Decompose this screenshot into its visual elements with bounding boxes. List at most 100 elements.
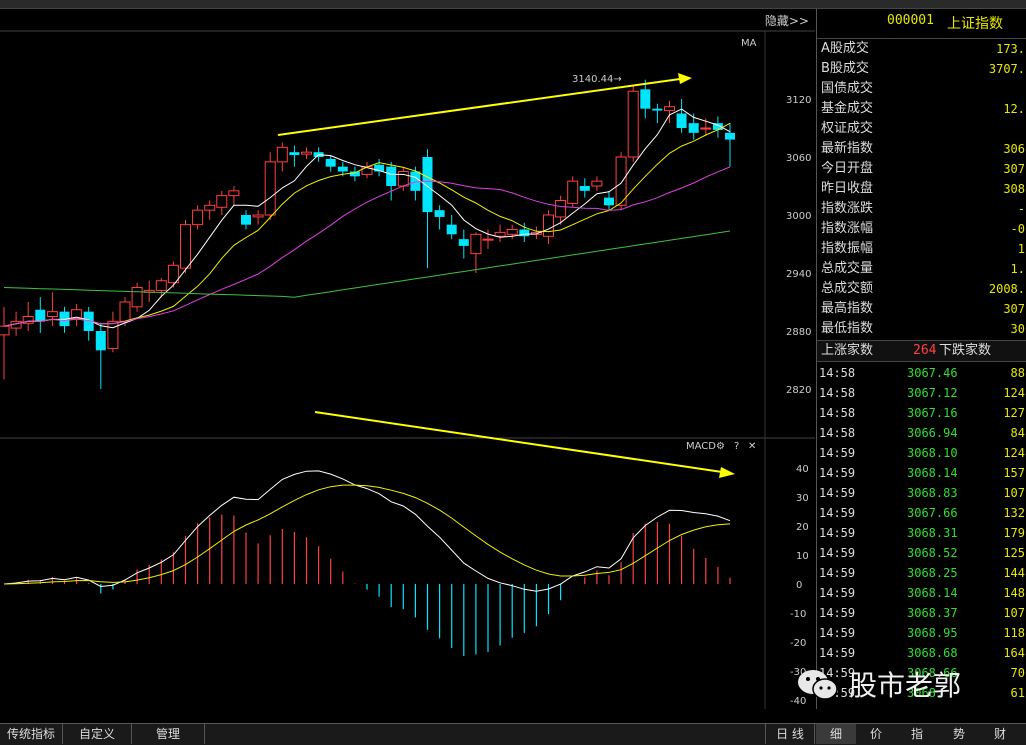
tick-time: 14:59: [819, 506, 856, 520]
macd-tick-label: 10: [796, 551, 809, 562]
quote-row: 最新指数 306: [817, 139, 1026, 159]
quote-row-value: 1.: [1010, 262, 1025, 276]
tab-custom[interactable]: 自定义: [63, 724, 132, 744]
tick-time: 14:59: [819, 646, 856, 660]
tab-finance[interactable]: 财: [980, 724, 1020, 744]
quote-row: 指数涨跌 -: [817, 199, 1026, 219]
candle-body: [228, 190, 240, 197]
quote-row-label: 最高指数: [821, 301, 874, 316]
tick-row: 14:59 3068.52 125: [817, 543, 1026, 563]
macd-tick-label: 40: [796, 464, 809, 475]
quote-row-label: 最新指数: [821, 141, 874, 156]
market-breadth: 上涨家数 264 下跌家数: [817, 340, 1026, 362]
candle-body: [349, 171, 360, 177]
kline-chart-area[interactable]: MA 3140.44→ MACD ⚙ ? ✕ 7 8 3120306030002…: [0, 9, 815, 723]
quote-row: 昨日收盘 308: [817, 179, 1026, 199]
price-tick-label: 3120: [786, 95, 811, 106]
quote-row: 指数振幅 1: [817, 239, 1026, 259]
tab-manage[interactable]: 管理: [132, 724, 205, 744]
tick-price: 3067.66: [907, 506, 958, 520]
tick-time: 14:59: [819, 546, 856, 560]
quote-row: 权证成交: [817, 119, 1026, 139]
tick-volume: 107: [1003, 606, 1025, 620]
macd-help-icon[interactable]: ?: [734, 441, 739, 452]
candle-body: [337, 166, 348, 172]
tab-price[interactable]: 价: [856, 724, 896, 744]
candle-body: [216, 195, 228, 208]
watermark-text: 股市老郭: [849, 669, 962, 702]
tick-volume: 124: [1003, 386, 1025, 400]
period-selector[interactable]: 日 线: [765, 724, 815, 744]
tick-row: 14:59 3068.37 107: [817, 603, 1026, 623]
candle-body: [410, 171, 421, 191]
candle-body: [386, 166, 397, 186]
quote-row: 指数涨幅 -0: [817, 219, 1026, 239]
quote-panel: 000001 上证指数 A股成交 173. B股成交 3707. 国债成交 基金成交 12.…: [816, 9, 1026, 709]
quote-row: B股成交 3707.: [817, 59, 1026, 79]
candle-body: [579, 186, 590, 191]
candle-body: [434, 210, 445, 217]
candle-body: [555, 200, 567, 218]
macd-tick-label: -10: [790, 609, 806, 620]
tab-traditional-indicators[interactable]: 传统指标: [0, 724, 63, 744]
candle-body: [131, 287, 143, 308]
tick-row: 14:59 3068.31 179: [817, 523, 1026, 543]
top-toolbar: [0, 0, 1026, 9]
tick-row: 14:59 3068.83 107: [817, 483, 1026, 503]
tick-volume: 84: [1010, 426, 1025, 440]
hide-panel-button[interactable]: 隐藏>>: [765, 12, 809, 29]
quote-row-value: 173.: [996, 42, 1025, 56]
tick-row: 14:58 3066.94 84: [817, 423, 1026, 443]
price-trend-arrowhead: [678, 73, 692, 84]
ma-label: MA: [741, 38, 757, 49]
price-tick-label: 2880: [786, 327, 811, 338]
tick-price: 3068.95: [907, 626, 958, 640]
tick-volume: 125: [1003, 546, 1025, 560]
candle-body: [615, 156, 627, 206]
price-tick-label: 2820: [786, 385, 811, 396]
macd-close-icon[interactable]: ✕: [748, 441, 756, 452]
quote-row: 基金成交 12.: [817, 99, 1026, 119]
tick-time: 14:59: [819, 446, 856, 460]
quote-row-label: 权证成交: [821, 121, 874, 136]
tick-price: 3068.83: [907, 486, 958, 500]
tick-time: 14:59: [819, 466, 856, 480]
price-axis: 3120 3060 3000 2940 2880 2820: [786, 95, 811, 396]
quote-row-value: 1: [1017, 242, 1025, 256]
quote-row-value: -: [1017, 202, 1025, 216]
quote-row-label: 指数涨跌: [821, 201, 874, 216]
quote-row-value: 2008.: [988, 282, 1025, 296]
macd-label: MACD: [686, 441, 716, 452]
macd-tick-label: 0: [796, 580, 802, 591]
tab-detail[interactable]: 细: [816, 724, 856, 744]
candle-body: [700, 127, 712, 130]
quote-row: 国债成交: [817, 79, 1026, 99]
tick-row: 14:59 3068.10 124: [817, 443, 1026, 463]
tick-row: 14:58 3067.46 88: [817, 363, 1026, 383]
quote-row-value: 306: [1003, 142, 1025, 156]
price-tick-label: 3000: [786, 211, 811, 222]
candle-body: [192, 209, 204, 226]
watermark: 股市老郭: [795, 662, 1015, 707]
ma60-line: [3, 230, 731, 298]
quote-row-label: 最低指数: [821, 321, 874, 336]
macd-dea-line: [3, 484, 731, 585]
tick-price: 3068.31: [907, 526, 958, 540]
quote-row-label: 指数涨幅: [821, 221, 874, 236]
candle-body: [640, 89, 651, 109]
tick-time: 14:59: [819, 626, 856, 640]
quote-row: 总成交额 2008.: [817, 279, 1026, 299]
tick-volume: 118: [1003, 626, 1025, 640]
candle-body: [241, 215, 251, 225]
tick-volume: 127: [1003, 406, 1025, 420]
peak-price-label: 3140.44→: [572, 74, 622, 85]
tab-index[interactable]: 指: [896, 724, 938, 744]
candle-body: [35, 309, 46, 322]
quote-row-label: A股成交: [821, 41, 869, 56]
tab-trend[interactable]: 势: [938, 724, 980, 744]
candle-body: [289, 152, 300, 156]
candle-body: [652, 108, 663, 111]
macd-gear-icon[interactable]: ⚙: [716, 441, 725, 452]
kline-chart-svg[interactable]: MA 3140.44→ MACD ⚙ ? ✕ 7 8 3120306030002…: [0, 9, 815, 723]
quote-row-label: 今日开盘: [821, 161, 874, 176]
